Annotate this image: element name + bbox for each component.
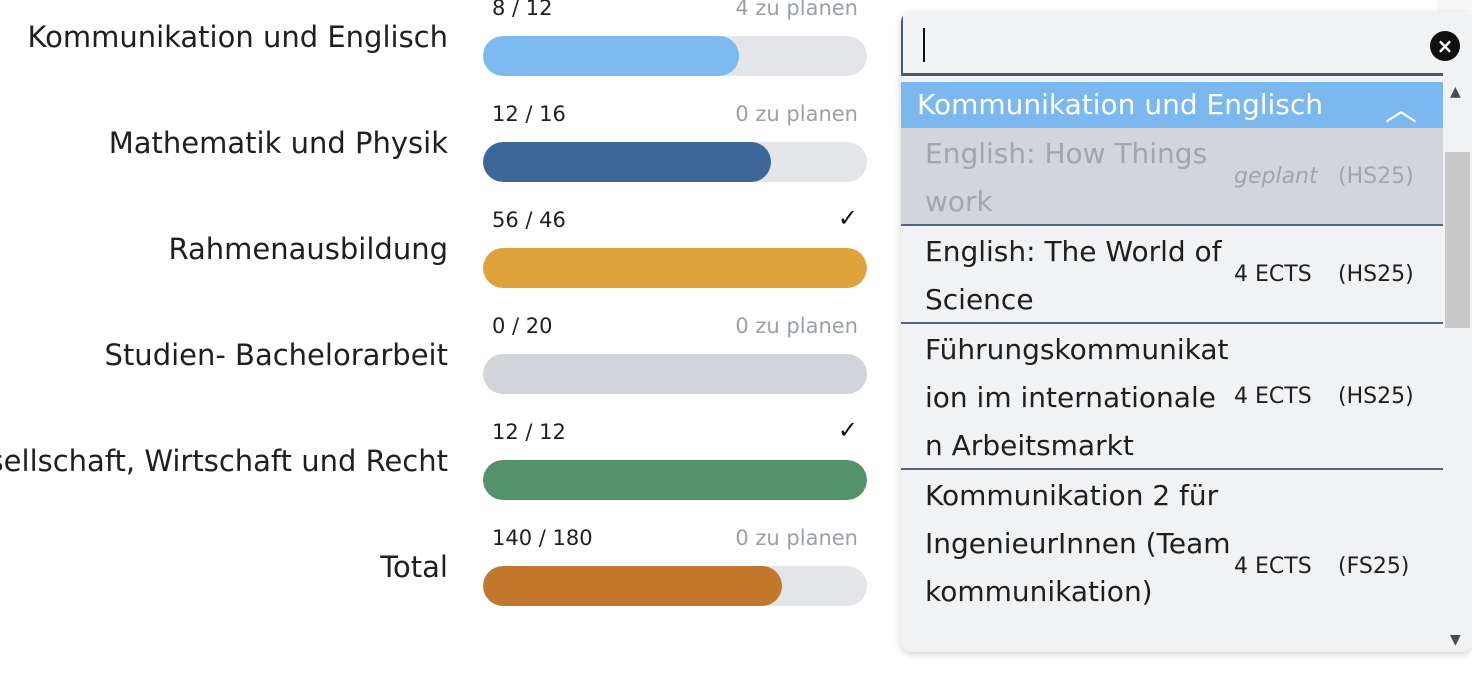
dropdown-scrollbar[interactable]: ▲ ▼: [1443, 82, 1472, 652]
check-icon: ✓: [837, 204, 858, 232]
course-title: English: How Things work: [925, 137, 1208, 218]
progress-row-mathematik: Mathematik und Physik 12 / 16 0 zu plane…: [0, 102, 880, 206]
progress-bar-fill: [483, 566, 782, 606]
progress-bar: [483, 566, 867, 606]
progress-bar: [483, 354, 867, 394]
course-item[interactable]: Kommunikation 2 für IngenieurInnen (Team…: [901, 470, 1443, 652]
progress-label: Total: [380, 550, 448, 584]
progress-bar-fill: [483, 248, 867, 288]
progress-count: 56 / 46: [492, 208, 566, 232]
course-dropdown: × Kommunikation und Englisch ︿ English: …: [901, 12, 1472, 652]
progress-bar: [483, 142, 867, 182]
progress-row-rahmenausbildung: Rahmenausbildung 56 / 46 ✓: [0, 204, 880, 312]
course-ects: 4 ECTS: [1234, 554, 1312, 579]
progress-label: esellschaft, Wirtschaft und Recht: [0, 444, 448, 478]
course-semester: (HS25): [1338, 262, 1414, 287]
page-edge: [1437, 0, 1472, 12]
progress-count: 8 / 12: [492, 0, 553, 20]
course-title: Führungskommunikation im internationalen…: [925, 333, 1229, 462]
progress-bar: [483, 36, 867, 76]
scroll-up-arrow-icon[interactable]: ▲: [1450, 84, 1461, 100]
progress-bar-fill: [483, 36, 740, 76]
progress-row-kommunikation: Kommunikation und Englisch 8 / 12 4 zu p…: [0, 0, 880, 100]
check-icon: ✓: [837, 416, 858, 444]
course-item[interactable]: English: The World of Science 4 ECTS (HS…: [901, 226, 1443, 324]
course-ects: 4 ECTS: [1234, 262, 1312, 287]
progress-row-gesellschaft: esellschaft, Wirtschaft und Recht 12 / 1…: [0, 416, 880, 524]
course-semester: (HS25): [1338, 164, 1414, 189]
plan-remaining: 0 zu planen: [735, 526, 858, 550]
group-label: Kommunikation und Englisch: [917, 88, 1323, 121]
course-item[interactable]: English: How Things work geplant (HS25): [901, 128, 1443, 226]
course-status: geplant: [1234, 164, 1318, 189]
plan-remaining: 0 zu planen: [735, 102, 858, 126]
progress-count: 12 / 12: [492, 420, 566, 444]
scroll-thumb[interactable]: [1445, 152, 1470, 328]
group-header[interactable]: Kommunikation und Englisch ︿: [901, 82, 1443, 128]
course-list: English: How Things work geplant (HS25) …: [901, 128, 1443, 652]
progress-bar-fill: [483, 460, 867, 500]
progress-count: 140 / 180: [492, 526, 593, 550]
course-semester: (HS25): [1338, 384, 1414, 409]
progress-label: Studien- Bachelorarbeit: [104, 338, 448, 372]
search-input[interactable]: [901, 12, 1443, 76]
text-cursor: [923, 28, 925, 62]
course-item[interactable]: Führungskommunikation im internationalen…: [901, 324, 1443, 470]
progress-row-total: Total 140 / 180 0 zu planen: [0, 526, 880, 630]
course-title: English: The World of Science: [925, 235, 1222, 316]
clear-search-button[interactable]: ×: [1430, 31, 1460, 61]
plan-remaining: 4 zu planen: [735, 0, 858, 20]
progress-label: Mathematik und Physik: [108, 126, 448, 160]
course-ects: 4 ECTS: [1234, 384, 1312, 409]
course-semester: (FS25): [1338, 554, 1410, 579]
progress-label: Rahmenausbildung: [168, 232, 449, 266]
progress-bar-fill: [483, 142, 771, 182]
course-title: Kommunikation 2 für IngenieurInnen (Team…: [925, 479, 1231, 608]
plan-remaining: 0 zu planen: [735, 314, 858, 338]
progress-count: 12 / 16: [492, 102, 566, 126]
chevron-up-icon[interactable]: ︿: [1385, 84, 1417, 130]
progress-bar: [483, 248, 867, 288]
progress-bar: [483, 460, 867, 500]
scroll-down-arrow-icon[interactable]: ▼: [1450, 632, 1461, 648]
progress-label: Kommunikation und Englisch: [27, 20, 449, 54]
progress-row-bachelorarbeit: Studien- Bachelorarbeit 0 / 20 0 zu plan…: [0, 314, 880, 418]
progress-count: 0 / 20: [492, 314, 553, 338]
